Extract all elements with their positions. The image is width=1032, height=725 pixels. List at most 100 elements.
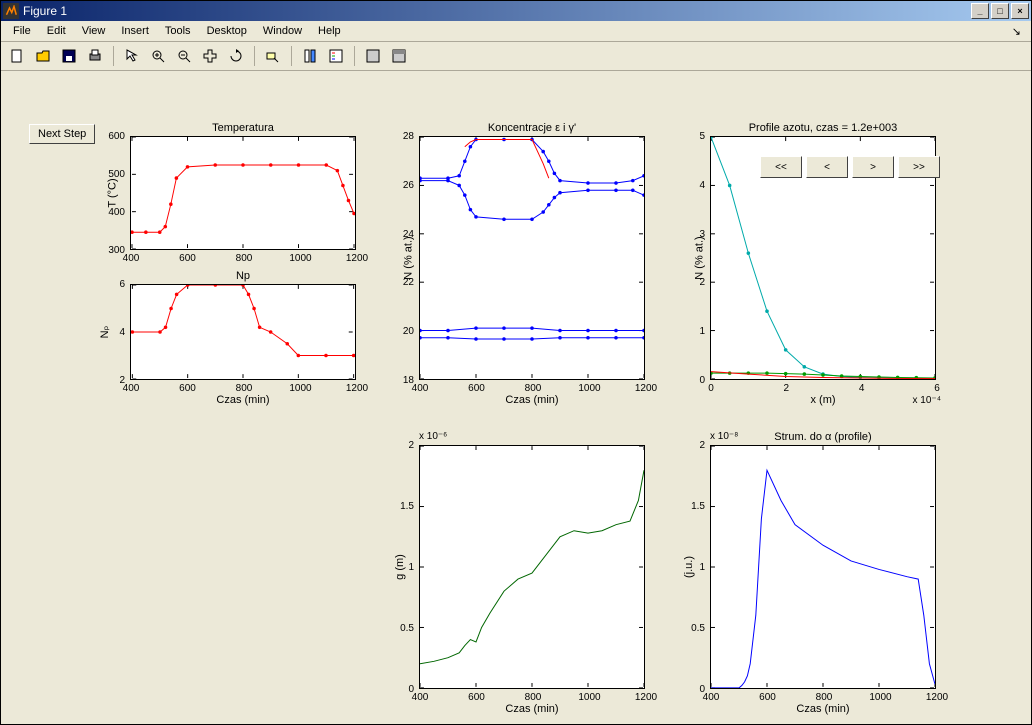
ylabel: N (% at.): [403, 236, 415, 279]
nav-next[interactable]: >: [852, 156, 894, 178]
ytick: 0: [699, 375, 705, 386]
new-icon[interactable]: [5, 44, 29, 68]
ytick: 3: [699, 229, 705, 240]
figure-window: Figure 1 _ □ × File Edit View Insert Too…: [0, 0, 1032, 725]
axes[interactable]: 4006008001000120000.511.52: [419, 445, 645, 689]
menu-window[interactable]: Window: [255, 23, 310, 39]
ylabel: T (°C): [107, 178, 119, 207]
plot-gm: g (m)Czas (min)x 10⁻⁶4006008001000120000…: [419, 445, 645, 689]
ytick: 2: [119, 375, 125, 386]
menu-tools[interactable]: Tools: [157, 23, 199, 39]
xlabel: Czas (min): [710, 703, 936, 715]
xtick: 1000: [575, 383, 605, 394]
titlebar[interactable]: Figure 1 _ □ ×: [1, 1, 1031, 21]
plot-konc: Koncentracje ε i γ'N (% at.)Czas (min)40…: [419, 136, 645, 380]
plot-title: Strum. do α (profile): [710, 431, 936, 443]
ytick: 1: [699, 326, 705, 337]
ytick: 1: [699, 562, 705, 573]
xtick: 600: [462, 383, 492, 394]
axes[interactable]: 4006008001000120000.511.52: [710, 445, 936, 689]
plot-temp: TemperaturaT (°C)40060080010001200300400…: [130, 136, 356, 250]
next-step-button[interactable]: Next Step: [29, 124, 95, 144]
profile-nav: <<<>>>: [756, 156, 940, 178]
close-button[interactable]: ×: [1011, 3, 1029, 19]
menu-view[interactable]: View: [74, 23, 114, 39]
nav-last[interactable]: >>: [898, 156, 940, 178]
toolbar: [1, 42, 1031, 71]
ytick: 18: [403, 375, 414, 386]
zoom-in-icon[interactable]: [146, 44, 170, 68]
menu-edit[interactable]: Edit: [39, 23, 74, 39]
ytick: 20: [403, 326, 414, 337]
axes[interactable]: 40060080010001200182022242628: [419, 136, 645, 380]
menu-help[interactable]: Help: [310, 23, 349, 39]
ytick: 0.5: [691, 623, 705, 634]
menu-insert[interactable]: Insert: [113, 23, 157, 39]
ytick: 28: [403, 131, 414, 142]
xtick: 1000: [866, 692, 896, 703]
show-tools-icon[interactable]: [387, 44, 411, 68]
xlabel: Czas (min): [419, 394, 645, 406]
pan-icon[interactable]: [198, 44, 222, 68]
hide-tools-icon[interactable]: [361, 44, 385, 68]
ytick: 0: [408, 684, 414, 695]
menu-file[interactable]: File: [5, 23, 39, 39]
xtick: 800: [229, 383, 259, 394]
ytick: 4: [699, 180, 705, 191]
axes[interactable]: 40060080010001200300400500600: [130, 136, 356, 250]
xtick: 1200: [342, 383, 372, 394]
figure-canvas: Next Step TemperaturaT (°C)4006008001000…: [1, 71, 1031, 724]
rotate-icon[interactable]: [224, 44, 248, 68]
xlabel: Czas (min): [130, 394, 356, 406]
xtick: 800: [518, 692, 548, 703]
ylabel: N (% at.): [694, 236, 706, 279]
save-icon[interactable]: [57, 44, 81, 68]
y-multiplier: x 10⁻⁸: [710, 431, 738, 442]
ytick: 1.5: [691, 501, 705, 512]
ytick: 600: [108, 131, 125, 142]
xtick: 4: [847, 383, 877, 394]
plot-np: NpNₚCzas (min)40060080010001200246: [130, 284, 356, 380]
ylabel: Nₚ: [98, 326, 111, 339]
xtick: 600: [462, 692, 492, 703]
insert-legend-icon[interactable]: [324, 44, 348, 68]
ytick: 2: [699, 277, 705, 288]
y-multiplier: x 10⁻⁶: [419, 431, 447, 442]
xlabel: x (m): [710, 394, 936, 406]
xtick: 1200: [342, 253, 372, 264]
xtick: 1200: [631, 383, 661, 394]
zoom-out-icon[interactable]: [172, 44, 196, 68]
xtick: 800: [809, 692, 839, 703]
menu-desktop[interactable]: Desktop: [199, 23, 255, 39]
ytick: 1: [408, 562, 414, 573]
axes[interactable]: 40060080010001200246: [130, 284, 356, 380]
ylabel: (j.u.): [683, 556, 695, 578]
open-icon[interactable]: [31, 44, 55, 68]
ytick: 4: [119, 327, 125, 338]
menubar: File Edit View Insert Tools Desktop Wind…: [1, 21, 1031, 42]
xtick: 600: [753, 692, 783, 703]
xtick: 1000: [286, 383, 316, 394]
insert-colorbar-icon[interactable]: [298, 44, 322, 68]
minimize-button[interactable]: _: [971, 3, 989, 19]
ytick: 26: [403, 180, 414, 191]
xtick: 1200: [631, 692, 661, 703]
ytick: 2: [408, 440, 414, 451]
matlab-icon: [3, 3, 19, 19]
dock-icon[interactable]: ↘: [1006, 23, 1027, 40]
xtick: 800: [229, 253, 259, 264]
arrow-icon[interactable]: [120, 44, 144, 68]
ylabel: g (m): [394, 554, 406, 580]
data-cursor-icon[interactable]: [261, 44, 285, 68]
ytick: 2: [699, 440, 705, 451]
ytick: 500: [108, 169, 125, 180]
nav-prev[interactable]: <: [806, 156, 848, 178]
x-multiplier: x 10⁻⁴: [913, 395, 941, 406]
xtick: 6: [922, 383, 952, 394]
xtick: 600: [173, 383, 203, 394]
xtick: 800: [518, 383, 548, 394]
nav-first[interactable]: <<: [760, 156, 802, 178]
xtick: 1200: [922, 692, 952, 703]
print-icon[interactable]: [83, 44, 107, 68]
maximize-button[interactable]: □: [991, 3, 1009, 19]
